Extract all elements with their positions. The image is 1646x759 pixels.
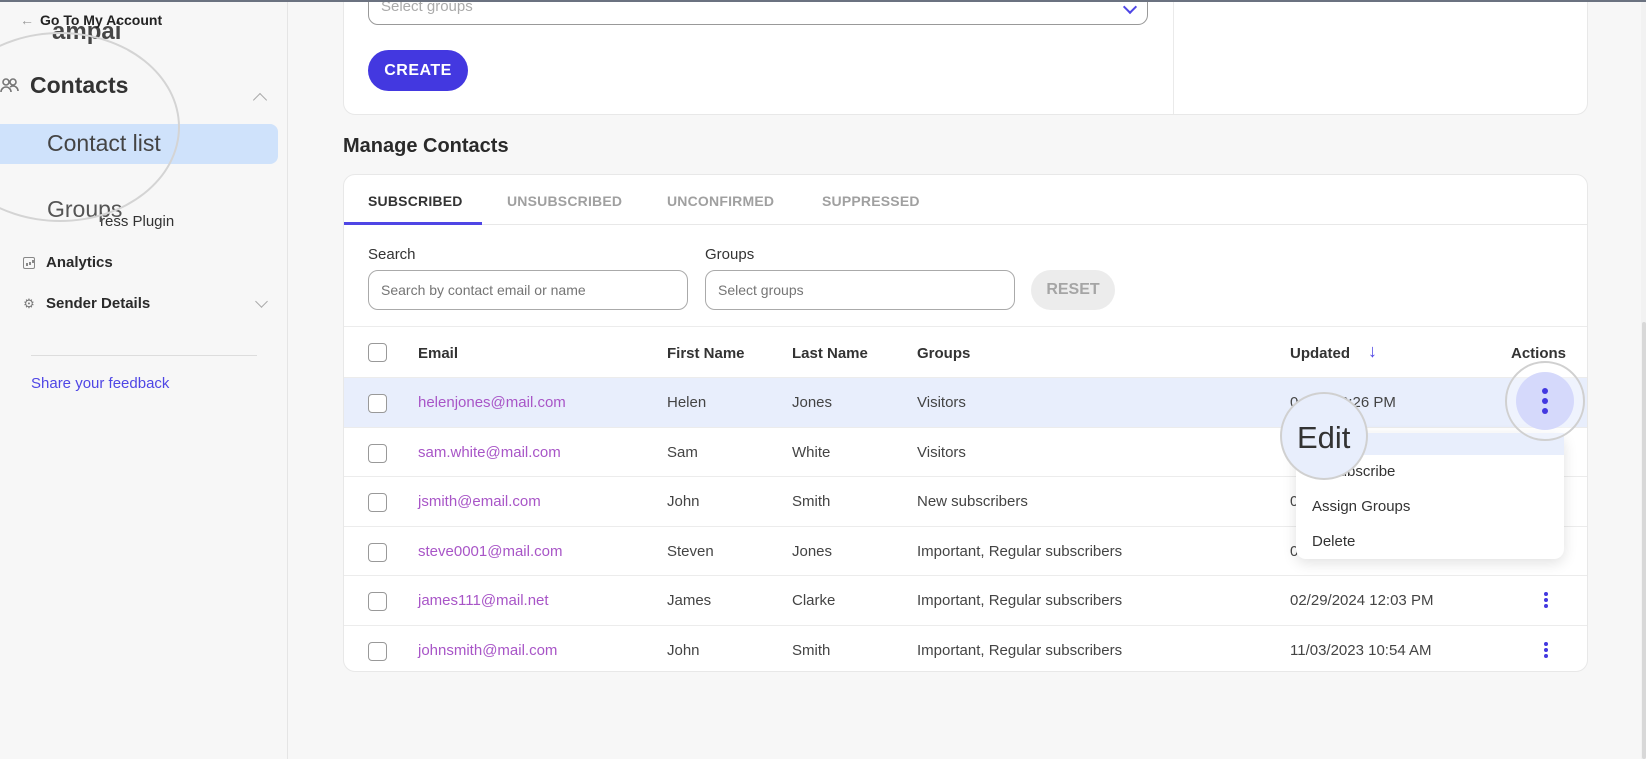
sidebar-item-sender-details[interactable]: ⚙ Sender Details bbox=[22, 295, 150, 312]
page-title: Manage Contacts bbox=[343, 135, 509, 157]
table-header: Email First Name Last Name Groups Update… bbox=[344, 327, 1587, 377]
groups-cell: Important, Regular subscribers bbox=[917, 642, 1123, 659]
first-name-cell: James bbox=[667, 592, 712, 610]
updated-cell: 02/29/2024 12:03 PM bbox=[1290, 592, 1434, 610]
column-first-name[interactable]: First Name bbox=[667, 345, 745, 362]
row-checkbox[interactable] bbox=[368, 542, 387, 562]
tabs: SUBSCRIBED UNSUBSCRIBED UNCONFIRMED SUPP… bbox=[344, 175, 1587, 225]
create-contact-card: Select groups CREATE bbox=[343, 0, 1588, 115]
email-link[interactable]: sam.white@mail.com bbox=[418, 444, 561, 461]
sidebar-item-contact-list-label: Contact list bbox=[47, 130, 161, 156]
menu-item-assign-groups[interactable]: Assign Groups bbox=[1312, 498, 1410, 515]
email-link[interactable]: steve0001@mail.com bbox=[418, 543, 562, 560]
sidebar-item-analytics-label: Analytics bbox=[46, 254, 113, 271]
tab-unconfirmed[interactable]: UNCONFIRMED bbox=[667, 193, 774, 209]
groups-cell: Important, Regular subscribers bbox=[917, 592, 1123, 610]
chevron-up-icon[interactable] bbox=[252, 92, 268, 108]
email-link[interactable]: johnsmith@mail.com bbox=[418, 642, 557, 659]
go-to-my-account-label: Go To My Account bbox=[40, 12, 163, 28]
sidebar-item-contacts[interactable]: Contacts bbox=[0, 72, 128, 99]
tab-suppressed[interactable]: SUPPRESSED bbox=[822, 193, 920, 209]
last-name-cell: White bbox=[792, 443, 831, 461]
arrow-left-icon: ← bbox=[20, 12, 34, 28]
create-button[interactable]: CREATE bbox=[368, 50, 468, 91]
manage-contacts-card: SUBSCRIBED UNSUBSCRIBED UNCONFIRMED SUPP… bbox=[343, 174, 1588, 672]
sidebar-item-groups[interactable]: Groups bbox=[47, 196, 122, 223]
groups-cell: Visitors bbox=[917, 394, 966, 411]
first-name-cell: Helen bbox=[667, 394, 707, 411]
last-name-cell: Clarke bbox=[792, 592, 836, 610]
search-label: Search bbox=[368, 246, 416, 263]
first-name-cell: John bbox=[667, 493, 700, 511]
first-name-cell: Sam bbox=[667, 443, 698, 461]
table-row[interactable]: james111@mail.net James Clarke Important, R… bbox=[344, 575, 1587, 625]
row-checkbox[interactable] bbox=[368, 493, 387, 513]
column-last-name[interactable]: Last Name bbox=[792, 345, 868, 362]
groups-cell: Visitors bbox=[917, 443, 966, 461]
last-name-cell: Smith bbox=[792, 642, 831, 659]
search-input[interactable] bbox=[368, 270, 688, 310]
chart-icon bbox=[22, 256, 36, 270]
row-checkbox[interactable] bbox=[368, 642, 387, 661]
updated-cell: 11/03/2023 10:54 AM bbox=[1290, 642, 1432, 659]
groups-cell: Important, Regular subscribers bbox=[917, 542, 1123, 560]
sidebar-item-contacts-label: Contacts bbox=[30, 72, 129, 98]
row-actions-button-active[interactable] bbox=[1505, 361, 1585, 441]
email-link[interactable]: helenjones@mail.com bbox=[418, 394, 566, 411]
first-name-cell: John bbox=[667, 642, 700, 659]
select-all-checkbox[interactable] bbox=[368, 343, 387, 362]
last-name-cell: Smith bbox=[792, 493, 831, 511]
column-actions: Actions bbox=[1511, 345, 1567, 362]
sort-descending-icon[interactable]: ↓ bbox=[1368, 341, 1377, 362]
sidebar-item-analytics[interactable]: Analytics bbox=[22, 254, 113, 271]
gear-icon: ⚙ bbox=[23, 295, 35, 311]
reset-button[interactable]: RESET bbox=[1031, 270, 1115, 310]
share-feedback-link[interactable]: Share your feedback bbox=[31, 375, 169, 392]
go-to-my-account-link[interactable]: ← Go To My Account bbox=[20, 12, 162, 28]
sidebar-divider bbox=[31, 355, 257, 356]
row-checkbox[interactable] bbox=[368, 592, 387, 612]
groups-select-top[interactable]: Select groups bbox=[368, 0, 1148, 25]
table-row[interactable]: helenjones@mail.comHelenJonesVisitors0 0… bbox=[344, 377, 1587, 427]
groups-filter-select[interactable] bbox=[705, 270, 1015, 310]
chevron-down-icon bbox=[1122, 0, 1138, 15]
groups-select-top-placeholder: Select groups bbox=[381, 0, 473, 15]
sidebar-item-contact-list[interactable]: Contact list bbox=[0, 124, 278, 164]
sidebar: ampai ← Go To My Account Contacts Contac… bbox=[0, 0, 288, 759]
column-email[interactable]: Email bbox=[418, 345, 458, 362]
email-link[interactable]: james111@mail.net bbox=[418, 592, 549, 609]
more-vertical-icon[interactable] bbox=[1541, 590, 1551, 612]
more-vertical-icon[interactable] bbox=[1541, 640, 1551, 662]
users-icon bbox=[0, 76, 20, 96]
menu-item-edit-label: Edit bbox=[1297, 420, 1351, 455]
table-row[interactable]: johnsmith@mail.com John Smith Important, Re… bbox=[344, 625, 1587, 675]
tab-unsubscribed[interactable]: UNSUBSCRIBED bbox=[507, 193, 622, 209]
chevron-down-icon[interactable] bbox=[255, 295, 268, 308]
sidebar-item-sender-details-label: Sender Details bbox=[46, 295, 151, 312]
row-checkbox[interactable] bbox=[368, 443, 387, 463]
email-link[interactable]: jsmith@email.com bbox=[418, 493, 541, 510]
scrollbar-thumb[interactable] bbox=[1642, 322, 1646, 759]
more-vertical-icon bbox=[1542, 388, 1548, 418]
first-name-cell: Steven bbox=[667, 542, 714, 560]
active-tab-indicator bbox=[344, 222, 482, 225]
last-name-cell: Jones bbox=[792, 394, 833, 411]
card-divider bbox=[1173, 0, 1174, 114]
menu-item-edit[interactable]: Edit bbox=[1280, 392, 1368, 480]
groups-filter-label: Groups bbox=[705, 246, 755, 263]
column-groups[interactable]: Groups bbox=[917, 345, 970, 362]
last-name-cell: Jones bbox=[792, 542, 833, 560]
groups-cell: New subscribers bbox=[917, 493, 1028, 511]
window-top-border bbox=[0, 0, 1646, 2]
tab-subscribed[interactable]: SUBSCRIBED bbox=[368, 193, 463, 209]
column-updated[interactable]: Updated bbox=[1290, 345, 1350, 362]
menu-item-delete[interactable]: Delete bbox=[1312, 533, 1355, 550]
row-checkbox[interactable] bbox=[368, 394, 387, 413]
